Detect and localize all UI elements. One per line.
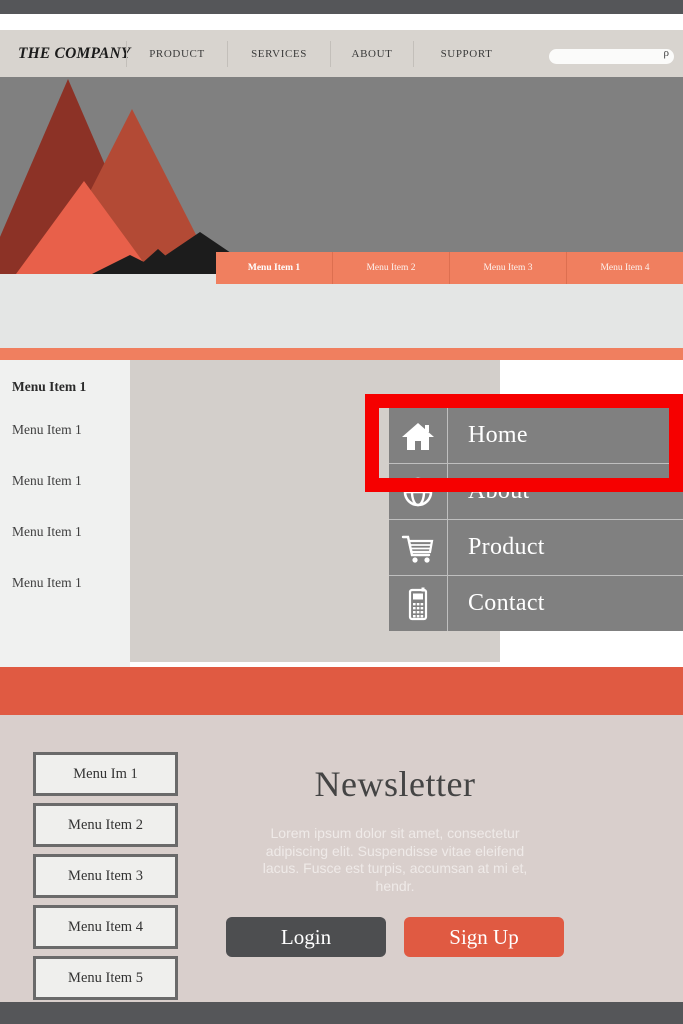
tab-menu-item-4[interactable]: Menu Item 4 <box>567 252 683 284</box>
nav-item-product[interactable]: PRODUCT <box>127 48 227 60</box>
home-icon <box>389 408 448 463</box>
newsletter-body-text: Lorem ipsum dolor sit amet, consectetur … <box>262 825 528 894</box>
newsletter-block: Newsletter Lorem ipsum dolor sit amet, c… <box>210 763 580 957</box>
tab-menu-item-2[interactable]: Menu Item 2 <box>333 252 450 284</box>
signup-button[interactable]: Sign Up <box>404 917 564 957</box>
newsletter-title: Newsletter <box>314 764 476 804</box>
orange-divider-bottom <box>0 667 683 715</box>
icon-menu: Home About Product Contact <box>389 408 683 631</box>
nav-item-about[interactable]: ABOUT <box>331 48 413 60</box>
sidebar-item-4[interactable]: Menu Item 1 <box>0 506 130 557</box>
nav-item-services[interactable]: SERVICES <box>228 48 330 60</box>
footer-menu-list: Menu Im 1 Menu Item 2 Menu Item 3 Menu I… <box>33 752 178 1007</box>
brand-logo[interactable]: THE COMPANY <box>0 45 130 63</box>
content-sidebar: Menu Item 1 Menu Item 1 Menu Item 1 Menu… <box>0 360 130 667</box>
sidebar-item-2[interactable]: Menu Item 1 <box>0 404 130 455</box>
tab-menu-item-1[interactable]: Menu Item 1 <box>216 252 333 284</box>
footer-menu-item-1[interactable]: Menu Im 1 <box>33 752 178 796</box>
hero-tabbar: Menu Item 1 Menu Item 2 Menu Item 3 Menu… <box>216 252 683 284</box>
footer-menu-item-2[interactable]: Menu Item 2 <box>33 803 178 847</box>
icon-menu-item-home[interactable]: Home <box>389 408 683 464</box>
login-button[interactable]: Login <box>226 917 386 957</box>
nav-item-support[interactable]: SUPPORT <box>414 48 519 60</box>
globe-icon <box>389 464 448 519</box>
footer-section: Menu Im 1 Menu Item 2 Menu Item 3 Menu I… <box>0 715 683 1002</box>
hero-underband <box>0 282 683 348</box>
icon-menu-label-product: Product <box>468 534 545 560</box>
sidebar-item-3[interactable]: Menu Item 1 <box>0 455 130 506</box>
top-dark-strip <box>0 0 683 14</box>
sidebar-item-5[interactable]: Menu Item 1 <box>0 557 130 608</box>
newsletter-button-row: Login Sign Up <box>210 917 580 957</box>
icon-menu-label-about: About <box>468 478 530 504</box>
mobile-phone-icon <box>389 576 448 631</box>
page-root: THE COMPANY PRODUCT SERVICES ABOUT SUPPO… <box>0 0 683 1024</box>
search-box: ρ <box>549 46 674 64</box>
icon-menu-label-home: Home <box>468 422 528 448</box>
shopping-cart-icon <box>389 520 448 575</box>
icon-menu-item-about[interactable]: About <box>389 464 683 520</box>
bottom-dark-bar <box>0 1002 683 1024</box>
search-input[interactable] <box>549 48 674 64</box>
icon-menu-label-contact: Contact <box>468 590 545 616</box>
icon-menu-item-product[interactable]: Product <box>389 520 683 576</box>
footer-menu-item-3[interactable]: Menu Item 3 <box>33 854 178 898</box>
site-header: THE COMPANY PRODUCT SERVICES ABOUT SUPPO… <box>0 30 683 77</box>
sidebar-item-1[interactable]: Menu Item 1 <box>0 370 130 404</box>
orange-divider-top <box>0 348 683 360</box>
icon-menu-item-contact[interactable]: Contact <box>389 576 683 631</box>
tab-menu-item-3[interactable]: Menu Item 3 <box>450 252 567 284</box>
footer-menu-item-4[interactable]: Menu Item 4 <box>33 905 178 949</box>
top-white-gap <box>0 14 683 30</box>
footer-menu-item-5[interactable]: Menu Item 5 <box>33 956 178 1000</box>
